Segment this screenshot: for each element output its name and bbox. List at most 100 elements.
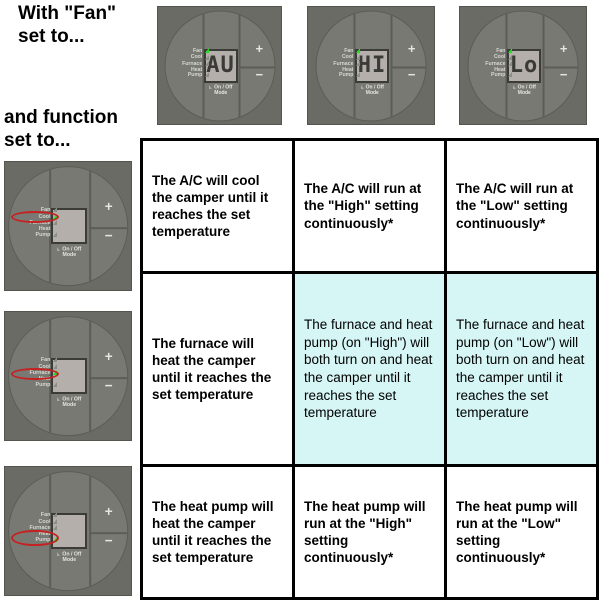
decrease-temperature-button[interactable]: −: [398, 68, 426, 81]
matrix-cell-r3-c2: The heat pump will run at the "High" set…: [292, 463, 447, 601]
dial-divider-right: [542, 11, 545, 120]
on-off-mode-button[interactable]: On / Off Mode: [348, 85, 396, 96]
matrix-cell-r3-c1: The heat pump will heat the camper until…: [140, 463, 295, 601]
on-off-mode-label: On / Off Mode: [62, 551, 82, 563]
on-off-led: [209, 84, 213, 89]
indicator-led: [53, 511, 58, 517]
indicator-led: [53, 356, 58, 362]
matrix-cell-r1-c2: The A/C will run at the "High" setting c…: [292, 137, 447, 275]
indicator-label: Heat Pump: [187, 66, 203, 78]
indicator-led: [53, 231, 58, 237]
indicator-led: [53, 370, 58, 376]
indicator-led: [205, 54, 210, 60]
indicator-fan: Fan: [12, 206, 58, 214]
indicator-heat-pump: Heat Pump: [467, 66, 513, 79]
on-off-led: [57, 552, 61, 557]
indicator-heat-pump: Heat Pump: [12, 376, 58, 388]
matrix-cell-text: The furnace and heat pump (on "High") wi…: [304, 317, 433, 421]
function-row-heading: and function set to...: [4, 107, 118, 152]
indicator-heat-pump: Heat Pump: [12, 226, 58, 238]
indicator-furnace: Furnace: [12, 220, 58, 227]
on-off-mode-button[interactable]: On / Off Mode: [45, 552, 93, 563]
indicator-led: [356, 71, 361, 77]
increase-temperature-button[interactable]: +: [95, 505, 123, 519]
matrix-cell-text: The A/C will run at the "High" setting c…: [304, 181, 422, 231]
matrix-cell-text: The A/C will run at the "Low" setting co…: [456, 181, 574, 231]
matrix-cell-text: The heat pump will heat the camper until…: [152, 498, 274, 566]
matrix-cell-text: The heat pump will run at the "High" set…: [304, 498, 426, 566]
increase-temperature-button[interactable]: +: [246, 42, 274, 55]
fan-column-heading: With "Fan" set to...: [18, 3, 117, 48]
mode-indicator-list: Fan Cool Furnace Heat Pump: [12, 356, 58, 388]
on-off-mode-button[interactable]: On / Off Mode: [500, 85, 548, 96]
mode-indicator-list: Fan Cool Furnace Heat Pump: [12, 511, 58, 543]
decrease-temperature-button[interactable]: −: [95, 534, 123, 548]
indicator-led: [508, 48, 513, 54]
indicator-label: Heat Pump: [35, 376, 51, 388]
indicator-led: [508, 61, 513, 67]
on-off-mode-button[interactable]: On / Off Mode: [45, 397, 93, 408]
dial-divider-right: [390, 11, 393, 120]
thermostat-panel-func-cool[interactable]: Fan Cool Furnace Heat Pump + − On / Off Mode: [4, 161, 132, 291]
thermostat-panel-func-furnace[interactable]: Fan Cool Furnace Heat Pump + − On / Off Mode: [4, 311, 132, 441]
indicator-led: [53, 518, 58, 524]
indicator-led: [508, 71, 513, 77]
matrix-cell-text: The heat pump will run at the "Low" sett…: [456, 498, 578, 566]
matrix-cell-r2-c3: The furnace and heat pump (on "Low") wil…: [444, 271, 599, 467]
decrease-temperature-button[interactable]: −: [95, 379, 123, 393]
increase-temperature-button[interactable]: +: [95, 350, 123, 364]
indicator-fan: Fan: [12, 356, 58, 364]
on-off-led: [57, 397, 61, 402]
indicator-led: [53, 363, 58, 369]
matrix-cell-text: The furnace will heat the camper until i…: [152, 335, 272, 403]
indicator-led: [53, 536, 58, 542]
matrix-cell-text: The A/C will cool the camper until it re…: [152, 172, 269, 240]
mode-indicator-list: Fan Cool Furnace Heat Pump: [165, 48, 210, 79]
matrix-cell-r3-c3: The heat pump will run at the "Low" sett…: [444, 463, 599, 601]
increase-temperature-button[interactable]: +: [95, 200, 123, 214]
matrix-cell-r2-c1: The furnace will heat the camper until i…: [140, 271, 295, 467]
lcd-value: Lo: [509, 53, 539, 78]
indicator-led: [205, 61, 210, 67]
indicator-heat-pump: Heat Pump: [165, 66, 210, 79]
mode-indicator-list: Fan Cool Furnace Heat Pump: [315, 48, 361, 79]
indicator-label: Heat Pump: [35, 226, 51, 238]
increase-temperature-button[interactable]: +: [550, 42, 578, 55]
lcd-value: AU: [206, 53, 235, 78]
mode-indicator-list: Fan Cool Furnace Heat Pump: [467, 48, 513, 79]
indicator-furnace: Furnace: [12, 525, 58, 532]
on-off-mode-button[interactable]: On / Off Mode: [45, 247, 93, 258]
indicator-led: [53, 381, 58, 387]
indicator-led: [53, 206, 58, 212]
on-off-mode-label: On / Off Mode: [365, 84, 384, 96]
indicator-label: Heat Pump: [491, 66, 506, 78]
indicator-led: [205, 48, 210, 54]
on-off-led: [360, 84, 364, 89]
on-off-mode-label: On / Off Mode: [214, 84, 233, 96]
table-row: The A/C will cool the camper until it re…: [140, 137, 599, 275]
indicator-furnace: Furnace: [12, 370, 58, 377]
on-off-led: [57, 247, 61, 252]
indicator-fan: Fan: [12, 511, 58, 519]
mode-indicator-list: Fan Cool Furnace Heat Pump: [12, 206, 58, 238]
decrease-temperature-button[interactable]: −: [550, 68, 578, 81]
matrix-cell-r1-c3: The A/C will run at the "Low" setting co…: [444, 137, 599, 275]
thermostat-panel-fan-auto[interactable]: AU Fan Cool Furnace Heat Pump + − On / Off Mode: [157, 6, 282, 125]
dial-divider-right: [238, 11, 241, 120]
on-off-led: [512, 84, 516, 89]
thermostat-panel-fan-high[interactable]: HI Fan Cool Furnace Heat Pump + − On / Off Mode: [307, 6, 435, 125]
indicator-led: [53, 213, 58, 219]
thermostat-panel-fan-low[interactable]: Lo Fan Cool Furnace Heat Pump + − On / Off Mode: [459, 6, 587, 125]
increase-temperature-button[interactable]: +: [398, 42, 426, 55]
table-row: The furnace will heat the camper until i…: [140, 271, 599, 467]
on-off-mode-label: On / Off Mode: [62, 246, 82, 258]
decrease-temperature-button[interactable]: −: [95, 229, 123, 243]
behavior-matrix-table: The A/C will cool the camper until it re…: [140, 137, 599, 601]
thermostat-panel-func-heat-pump[interactable]: Fan Cool Furnace Heat Pump + − On / Off Mode: [4, 466, 132, 596]
on-off-mode-button[interactable]: On / Off Mode: [197, 85, 244, 96]
indicator-led: [205, 71, 210, 77]
matrix-cell-text: The furnace and heat pump (on "Low") wil…: [456, 317, 585, 421]
indicator-label: Heat Pump: [339, 66, 354, 78]
indicator-heat-pump: Heat Pump: [315, 66, 361, 79]
decrease-temperature-button[interactable]: −: [246, 68, 274, 81]
